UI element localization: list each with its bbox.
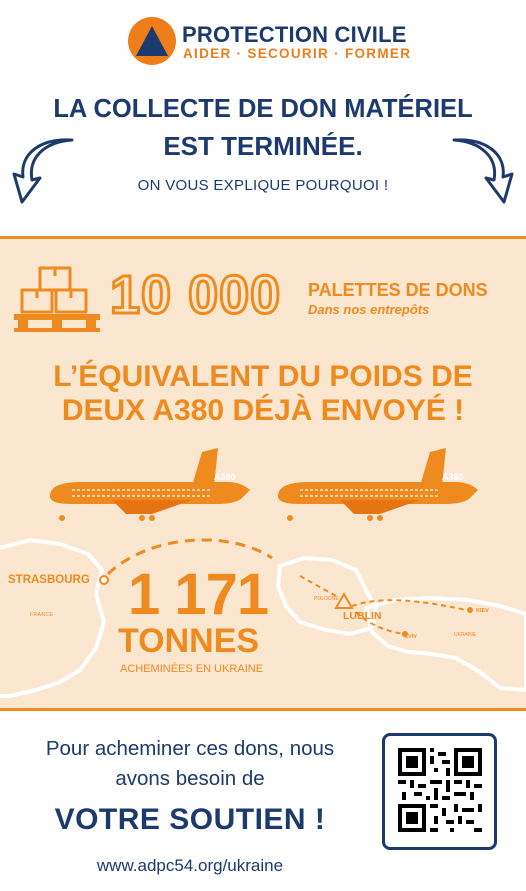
cta-line-3: VOTRE SOUTIEN ! [54,803,326,836]
brand-tagline: AIDER · SECOURIR · FORMER [183,46,412,61]
strasbourg-marker [99,575,109,585]
cta-line-2: avons besoin de [115,767,265,790]
region-ukraine: UKRAINE [454,632,477,638]
boxes-on-pallet-icon [14,266,100,332]
website-link[interactable]: www.adpc54.org/ukraine [0,856,380,876]
plane-label: A380 [214,472,236,482]
brand-name: PROTECTION CIVILE [182,22,407,47]
pallets-label: PALETTES DE DONS [308,280,488,300]
city-kiev: KIEV [476,608,489,614]
curved-arrow-right-icon [452,138,514,204]
kiev-marker [467,607,473,613]
curved-arrow-left-icon [12,138,74,204]
city-lublin: LUBLIN [343,610,382,622]
logo-triangle-icon [136,26,168,56]
france-outline [0,538,106,698]
headline-line-1: LA COLLECTE DE DON MATÉRIEL [53,95,473,123]
tonnage-caption: ACHEMINÉES EN UKRAINE [120,663,264,675]
cta-line-1: Pour acheminer ces dons, nous [45,737,335,760]
equivalent-line-2: DEUX A380 DÉJÀ ENVOYÉ ! [61,394,465,427]
a380-plane-icon: A380 [278,448,478,521]
tonnage-number: 1 171 [128,562,269,627]
equivalent-line-1: L’ÉQUIVALENT DU POIDS DE [53,360,473,393]
city-lviv: LVIV [405,634,417,640]
pallets-count: 10 000 [108,265,282,325]
plane-label: A380 [442,472,464,482]
region-pologne: POLOGNE [314,596,339,602]
a380-plane-icon: A380 [50,448,250,521]
qr-code-icon[interactable] [398,748,482,832]
tonnage-unit: TONNES [118,622,260,660]
region-france: FRANCE [30,612,54,618]
city-strasbourg: STRASBOURG [8,574,90,586]
ukraine-outline [364,596,526,692]
pallets-sublabel: Dans nos entrepôts [308,302,430,317]
